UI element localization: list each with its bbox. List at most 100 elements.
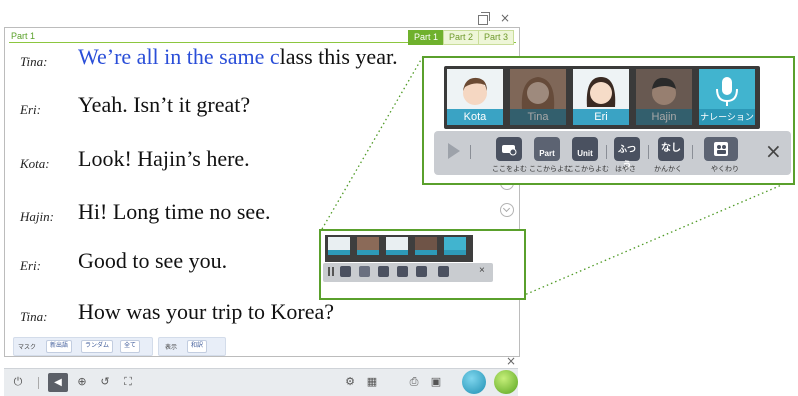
avatar xyxy=(328,237,350,255)
print-icon[interactable]: ⎙ xyxy=(408,376,420,388)
character-name: Hajin xyxy=(636,109,692,125)
unit-text: Unit xyxy=(577,149,593,158)
roles-button[interactable] xyxy=(704,137,738,161)
roles-label: やくわり xyxy=(711,166,739,173)
bottom-toolbar: ⏻ ◀ ⊕ ↺ ⛶ ⚙ ▦ ⎙ ▣ xyxy=(4,368,518,396)
avatar xyxy=(357,237,379,255)
tab-part-3[interactable]: Part 3 xyxy=(478,30,515,45)
divider xyxy=(606,145,607,159)
read-from-unit-icon xyxy=(378,266,389,277)
close-icon: × xyxy=(479,265,485,276)
mask-random-button[interactable]: ランダム xyxy=(81,340,114,353)
display-label: 表示 xyxy=(165,345,178,351)
interval-button[interactable]: なし xyxy=(658,137,684,161)
read-here-icon xyxy=(340,266,351,277)
dialogue-line: Yeah. Isn’t it great? xyxy=(78,92,250,118)
speaker-name: Kota: xyxy=(20,156,50,171)
read-here-label: ここをよむ xyxy=(492,166,527,173)
grid-icon[interactable]: ▦ xyxy=(366,376,378,388)
divider xyxy=(470,145,471,159)
character-name: Kota xyxy=(447,109,503,125)
settings-icon[interactable]: ⚙ xyxy=(344,376,356,388)
speaker-name: Eri: xyxy=(20,258,41,273)
roles-icon xyxy=(714,142,728,156)
dialogue-line: Hi! Long time no see. xyxy=(78,199,270,225)
close-panel-button[interactable]: × xyxy=(506,355,516,367)
avatar xyxy=(444,237,466,255)
speed-icon xyxy=(397,266,408,277)
line-text: lass this year. xyxy=(279,44,398,69)
mask-all-button[interactable]: 全て xyxy=(120,340,141,353)
speed-button[interactable]: ふつう xyxy=(614,137,640,170)
fit-icon[interactable]: ⛶ xyxy=(122,376,134,388)
mask-bar: マスク 新出語 ランダム 全て xyxy=(13,337,153,356)
read-from-unit-label: ここからよむ xyxy=(567,166,609,173)
character-strip-thumbnail xyxy=(325,235,473,262)
tab-part-1[interactable]: Part 1 xyxy=(408,30,445,45)
character-kota[interactable]: Kota xyxy=(447,69,503,125)
display-bar: 表示 和訳 xyxy=(158,337,226,356)
read-from-part-label: ここからよむ xyxy=(529,166,571,173)
close-window-button[interactable]: × xyxy=(500,12,510,24)
read-here-icon xyxy=(502,145,517,156)
control-bar-thumbnail: × xyxy=(323,263,493,282)
undo-icon[interactable]: ↺ xyxy=(99,376,111,388)
power-icon[interactable]: ⏻ xyxy=(12,376,24,388)
close-icon[interactable]: × xyxy=(765,139,782,163)
part-text: Part xyxy=(539,149,555,158)
roles-icon xyxy=(438,266,449,277)
dialogue-line: How was your trip to Korea? xyxy=(78,299,334,325)
translation-button[interactable]: 和訳 xyxy=(187,340,208,353)
speed-label: はやさ xyxy=(615,166,636,173)
line-text: Good to see you. xyxy=(78,248,228,273)
sound-icon[interactable]: ◀ xyxy=(48,373,68,392)
interval-icon xyxy=(416,266,427,277)
highlighted-text: We’re all in the same c xyxy=(78,44,280,69)
dialogue-line: Look! Hajin’s here. xyxy=(78,146,250,172)
dialogue-line: We’re all in the same class this year. xyxy=(78,44,398,70)
interval-value: なし xyxy=(661,143,681,154)
playback-control-bar: ここをよむ Part ここからよむ Unit ここからよむ ふつう はやさ なし… xyxy=(434,131,791,175)
speaker-name: Eri: xyxy=(20,102,41,117)
character-strip: Kota Tina Eri Hajin ナレーション xyxy=(444,66,760,129)
speaker-name: Tina: xyxy=(20,309,48,324)
read-from-part-button[interactable]: Part xyxy=(534,137,560,161)
character-name: Eri xyxy=(573,109,629,125)
line-text: Look! Hajin’s here. xyxy=(78,146,250,171)
character-narration[interactable]: ナレーション xyxy=(699,69,755,125)
cube-icon[interactable] xyxy=(462,370,486,394)
divider xyxy=(648,145,649,159)
read-from-part-icon xyxy=(359,266,370,277)
window-icon[interactable]: ▣ xyxy=(430,376,442,388)
character-tina[interactable]: Tina xyxy=(510,69,566,125)
pause-icon xyxy=(328,267,330,276)
line-text: Yeah. Isn’t it great? xyxy=(78,92,251,117)
role-panel-zoomed: Kota Tina Eri Hajin ナレーション ここをよむ Part ここ… xyxy=(422,56,795,185)
dialogue-line: Good to see you. xyxy=(78,248,227,274)
line-text: How was your trip to Korea? xyxy=(78,299,334,324)
restore-window-icon[interactable] xyxy=(478,12,490,25)
zoom-icon[interactable]: ⊕ xyxy=(76,376,88,388)
role-panel-thumbnail[interactable]: × xyxy=(319,229,526,300)
character-name: Tina xyxy=(510,109,566,125)
read-here-button[interactable] xyxy=(496,137,522,161)
interval-label: かんかく xyxy=(654,166,682,173)
mask-new-words-button[interactable]: 新出語 xyxy=(46,340,73,353)
tab-part-2[interactable]: Part 2 xyxy=(443,30,480,45)
speaker-name: Tina: xyxy=(20,54,48,69)
character-hajin[interactable]: Hajin xyxy=(636,69,692,125)
mask-label: マスク xyxy=(18,345,37,351)
line-text: Hi! Long time no see. xyxy=(78,199,271,224)
chevron-down-icon[interactable] xyxy=(500,203,514,217)
speaker-name: Hajin: xyxy=(20,209,54,224)
divider xyxy=(38,377,39,389)
part-label: Part 1 xyxy=(11,31,36,41)
read-from-unit-button[interactable]: Unit xyxy=(572,137,598,161)
avatar xyxy=(386,237,408,255)
play-icon[interactable] xyxy=(448,143,460,159)
avatar xyxy=(415,237,437,255)
character-eri[interactable]: Eri xyxy=(573,69,629,125)
divider xyxy=(692,145,693,159)
pen-icon[interactable] xyxy=(494,370,518,394)
character-name: ナレーション xyxy=(699,109,755,125)
